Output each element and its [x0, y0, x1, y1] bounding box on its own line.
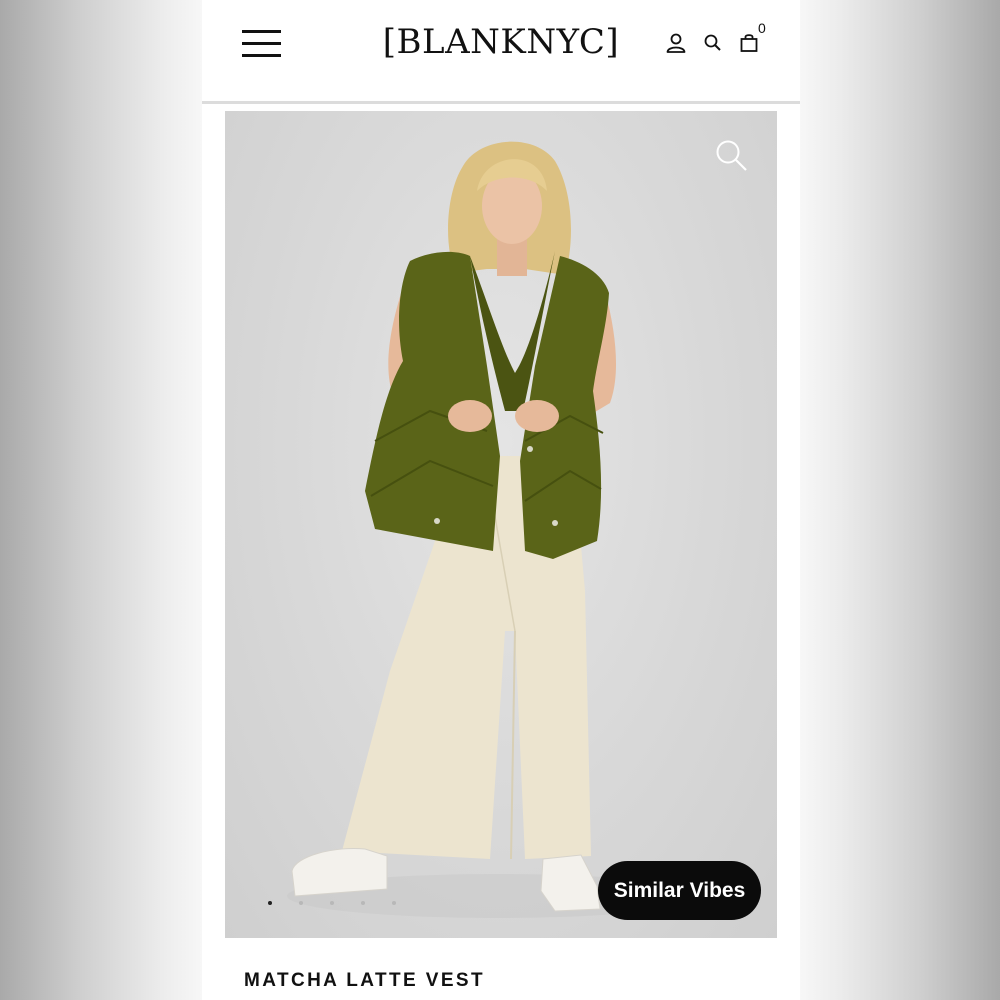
carousel-dot-4[interactable] [361, 901, 365, 905]
cart-count-badge: 0 [758, 20, 766, 36]
site-header: [BLANKNYC] 0 [202, 0, 800, 104]
product-title: MATCHA LATTE VEST [244, 970, 485, 991]
search-icon[interactable] [702, 32, 724, 54]
magnifier-icon[interactable] [715, 139, 749, 173]
carousel-dot-1[interactable] [268, 901, 272, 905]
user-icon[interactable] [665, 32, 687, 54]
bag-icon[interactable] [738, 32, 760, 54]
similar-vibes-button[interactable]: Similar Vibes [598, 861, 761, 920]
mobile-page: [BLANKNYC] 0 Similar Vibes MATCHA LATTE … [202, 0, 800, 1000]
backdrop-left [0, 0, 202, 1000]
carousel-dot-3[interactable] [330, 901, 334, 905]
backdrop-right [800, 0, 1000, 1000]
carousel-dot-2[interactable] [299, 901, 303, 905]
model-photo-illustration [287, 141, 707, 918]
carousel-dot-5[interactable] [392, 901, 396, 905]
product-image[interactable]: Similar Vibes [225, 111, 777, 938]
